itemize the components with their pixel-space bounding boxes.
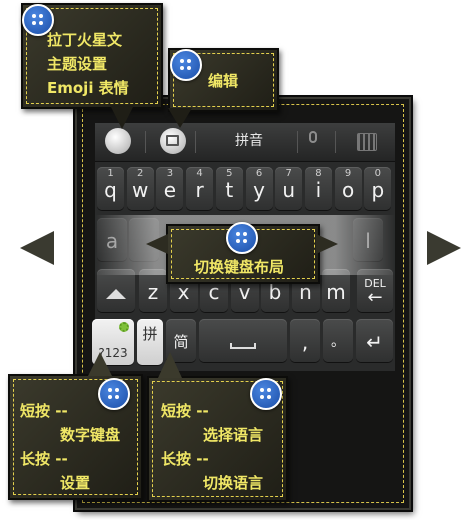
gear-icon [119,322,129,332]
enter-key[interactable]: ↵ [356,319,393,362]
language-callout-line-3: 长按 -- [161,450,209,468]
numpad-callout-line-2: 数字键盘 [60,426,121,444]
key-q[interactable]: 1q [97,167,124,210]
key-u[interactable]: 7u [275,167,303,210]
theme-callout-line-3: Emoji 表情 [47,79,129,97]
shift-icon [106,289,126,299]
comma-key[interactable]: , [290,319,320,362]
key-p[interactable]: 0p [364,167,392,210]
key-w[interactable]: 2w [126,167,154,210]
key-r[interactable]: 4r [186,167,214,210]
key-z[interactable]: z [139,269,167,312]
numpad-callout-line-1: 短按 -- [20,402,68,420]
info-dots-icon [22,4,54,36]
edit-button[interactable] [160,128,186,154]
key-m[interactable]: m [322,269,350,312]
keyboard-toolbar: 拼音 [95,123,395,162]
next-arrow-icon[interactable] [427,231,461,265]
theme-callout-line-2: 主题设置 [47,55,108,73]
delete-key[interactable]: DEL ← [357,269,393,312]
key-i[interactable]: 8i [304,167,332,210]
period-key[interactable]: 。 [323,319,353,362]
key-y[interactable]: 6y [245,167,273,210]
theme-button[interactable] [105,128,131,154]
numpad-callout-line-3: 长按 -- [20,450,68,468]
language-callout-line-2: 选择语言 [203,426,264,444]
info-dots-icon [98,378,130,410]
info-dots-icon [250,378,282,410]
backspace-icon: ← [367,287,383,308]
previous-arrow-icon[interactable] [20,231,54,265]
shift-key[interactable] [97,269,135,312]
enter-icon: ↵ [366,330,383,354]
key-o[interactable]: 9o [334,167,362,210]
space-key[interactable] [199,319,287,362]
numpad-callout-line-4: 设置 [60,474,91,492]
language-callout-line-1: 短按 -- [161,402,209,420]
keyboard-grid-icon[interactable] [357,133,377,151]
microphone-icon[interactable] [306,131,320,151]
edit-callout-label: 编辑 [208,72,239,90]
info-dots-icon [226,222,258,254]
switch-layout-label: 切换键盘布局 [194,258,285,276]
input-mode-label[interactable]: 拼音 [203,129,295,153]
key-t[interactable]: 5t [215,167,243,210]
info-dots-icon [170,49,202,81]
key-e[interactable]: 3e [156,167,184,210]
theme-callout-line-1: 拉丁火星文 [47,31,123,49]
edit-icon [166,135,179,146]
language-callout-line-4: 切换语言 [203,474,264,492]
space-icon [230,343,256,349]
